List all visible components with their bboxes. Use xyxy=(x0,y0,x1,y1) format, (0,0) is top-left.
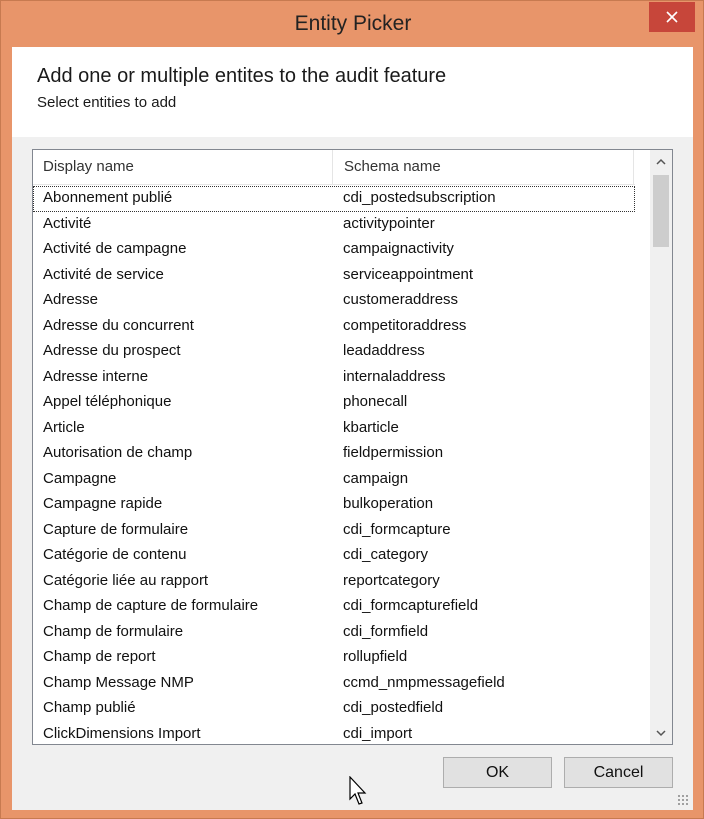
close-button[interactable] xyxy=(649,2,695,32)
display-name-cell: Campagne xyxy=(43,469,117,487)
display-name-cell: Adresse du prospect xyxy=(43,342,181,359)
schema-name-cell: reportcategory xyxy=(343,571,440,589)
dialog-subheading: Select entities to add xyxy=(37,94,177,111)
display-name-cell: Champ publié xyxy=(43,699,136,716)
table-row[interactable]: Champ Message NMP ccmd_nmpmessagefield xyxy=(33,671,635,697)
column-header-schema-name[interactable]: Schema name xyxy=(334,150,634,184)
table-row[interactable]: Catégorie liée au rapport reportcategory xyxy=(33,569,635,595)
display-name-cell: Capture de formulaire xyxy=(43,520,189,538)
table-row[interactable]: Article kbarticle xyxy=(33,416,635,442)
list-rows: Abonnement publié cdi_postedsubscription A… xyxy=(33,186,635,745)
scroll-down-button[interactable] xyxy=(650,722,672,744)
display-name-cell: Campagne rapide xyxy=(43,495,163,512)
display-name-cell: Activité de campagne xyxy=(43,240,187,257)
schema-name-cell: customeraddress xyxy=(343,291,459,308)
table-row[interactable]: Champ publié cdi_postedfield xyxy=(33,696,635,722)
entity-list[interactable]: Display name Schema name Abonnement publ… xyxy=(32,149,673,745)
schema-name-cell: ccmd_nmpmessagefield xyxy=(343,673,505,691)
schema-name-cell: cdi_formcapture xyxy=(343,520,451,538)
cancel-button[interactable]: Cancel xyxy=(564,757,673,788)
table-row[interactable]: Activité activitypointer xyxy=(33,212,635,238)
column-headers: Display name Schema name xyxy=(33,150,635,185)
table-row[interactable]: Champ de capture de formulaire cdi_formca… xyxy=(33,594,635,620)
chevron-up-icon xyxy=(656,158,666,165)
vertical-scrollbar[interactable] xyxy=(650,150,672,744)
title-bar[interactable]: Entity Picker xyxy=(1,1,704,47)
schema-name-cell: kbarticle xyxy=(343,418,399,436)
scroll-up-button[interactable] xyxy=(650,150,672,172)
chevron-down-icon xyxy=(656,729,666,736)
display-name-cell: Champ Message NMP xyxy=(43,673,194,691)
schema-name-cell: cdi_category xyxy=(343,546,429,563)
scrollbar-thumb[interactable] xyxy=(653,175,669,247)
schema-name-cell: activitypointer xyxy=(343,214,435,232)
display-name-cell: Appel téléphonique xyxy=(43,393,172,410)
table-row[interactable]: Campagne campaign xyxy=(33,467,635,493)
schema-name-cell: rollupfield xyxy=(343,648,408,665)
table-row[interactable]: Champ de formulaire cdi_formfield xyxy=(33,620,635,646)
ok-button[interactable]: OK xyxy=(443,757,552,788)
table-row[interactable]: ClickDimensions Import cdi_import xyxy=(33,722,635,745)
display-name-cell: Article xyxy=(43,418,85,436)
dialog-heading: Add one or multiple entites to the audit… xyxy=(37,65,447,87)
schema-name-cell: cdi_postedsubscription xyxy=(343,189,496,206)
entity-picker-window: Entity Picker Add one or multiple entite… xyxy=(0,0,704,819)
display-name-cell: Champ de formulaire xyxy=(43,622,184,640)
mouse-cursor-icon xyxy=(349,776,367,805)
table-row[interactable]: Adresse interne internaladdress xyxy=(33,365,635,391)
schema-name-cell: campaign xyxy=(343,469,409,487)
table-row[interactable]: Campagne rapide bulkoperation xyxy=(33,492,635,518)
display-name-cell: ClickDimensions Import xyxy=(43,724,201,742)
display-name-cell: Autorisation de champ xyxy=(43,444,193,461)
schema-name-cell: internaladdress xyxy=(343,367,446,385)
display-name-cell: Adresse interne xyxy=(43,367,149,385)
display-name-cell: Abonnement publié xyxy=(43,189,173,206)
table-row[interactable]: Adresse du prospect leadaddress xyxy=(33,339,635,365)
table-row[interactable]: Adresse customeraddress xyxy=(33,288,635,314)
display-name-cell: Activité xyxy=(43,214,92,232)
display-name-cell: Activité de service xyxy=(43,265,164,283)
display-name-cell: Adresse du concurrent xyxy=(43,316,194,334)
table-row[interactable]: Autorisation de champ fieldpermission xyxy=(33,441,635,467)
table-row[interactable]: Champ de report rollupfield xyxy=(33,645,635,671)
table-row[interactable]: Activité de service serviceappointment xyxy=(33,263,635,289)
table-row[interactable]: Abonnement publié cdi_postedsubscription xyxy=(33,186,635,212)
schema-name-cell: competitoraddress xyxy=(343,316,467,334)
table-row[interactable]: Appel téléphonique phonecall xyxy=(33,390,635,416)
display-name-cell: Champ de report xyxy=(43,648,156,665)
schema-name-cell: phonecall xyxy=(343,393,408,410)
resize-grip[interactable] xyxy=(677,794,689,806)
schema-name-cell: campaignactivity xyxy=(343,240,454,257)
header-panel: Add one or multiple entites to the audit… xyxy=(12,47,693,137)
schema-name-cell: cdi_import xyxy=(343,724,413,742)
close-icon xyxy=(666,11,678,23)
column-header-display-name[interactable]: Display name xyxy=(33,150,333,184)
dialog-body: Add one or multiple entites to the audit… xyxy=(12,47,693,810)
schema-name-cell: leadaddress xyxy=(343,342,425,359)
display-name-cell: Adresse xyxy=(43,291,99,308)
display-name-cell: Catégorie de contenu xyxy=(43,546,187,563)
display-name-cell: Champ de capture de formulaire xyxy=(43,597,259,614)
schema-name-cell: cdi_formfield xyxy=(343,622,429,640)
schema-name-cell: bulkoperation xyxy=(343,495,434,512)
table-row[interactable]: Activité de campagne campaignactivity xyxy=(33,237,635,263)
schema-name-cell: serviceappointment xyxy=(343,265,474,283)
table-row[interactable]: Capture de formulaire cdi_formcapture xyxy=(33,518,635,544)
display-name-cell: Catégorie liée au rapport xyxy=(43,571,209,589)
table-row[interactable]: Adresse du concurrent competitoraddress xyxy=(33,314,635,340)
schema-name-cell: fieldpermission xyxy=(343,444,444,461)
table-row[interactable]: Catégorie de contenu cdi_category xyxy=(33,543,635,569)
schema-name-cell: cdi_postedfield xyxy=(343,699,444,716)
schema-name-cell: cdi_formcapturefield xyxy=(343,597,479,614)
window-title: Entity Picker xyxy=(294,12,412,35)
